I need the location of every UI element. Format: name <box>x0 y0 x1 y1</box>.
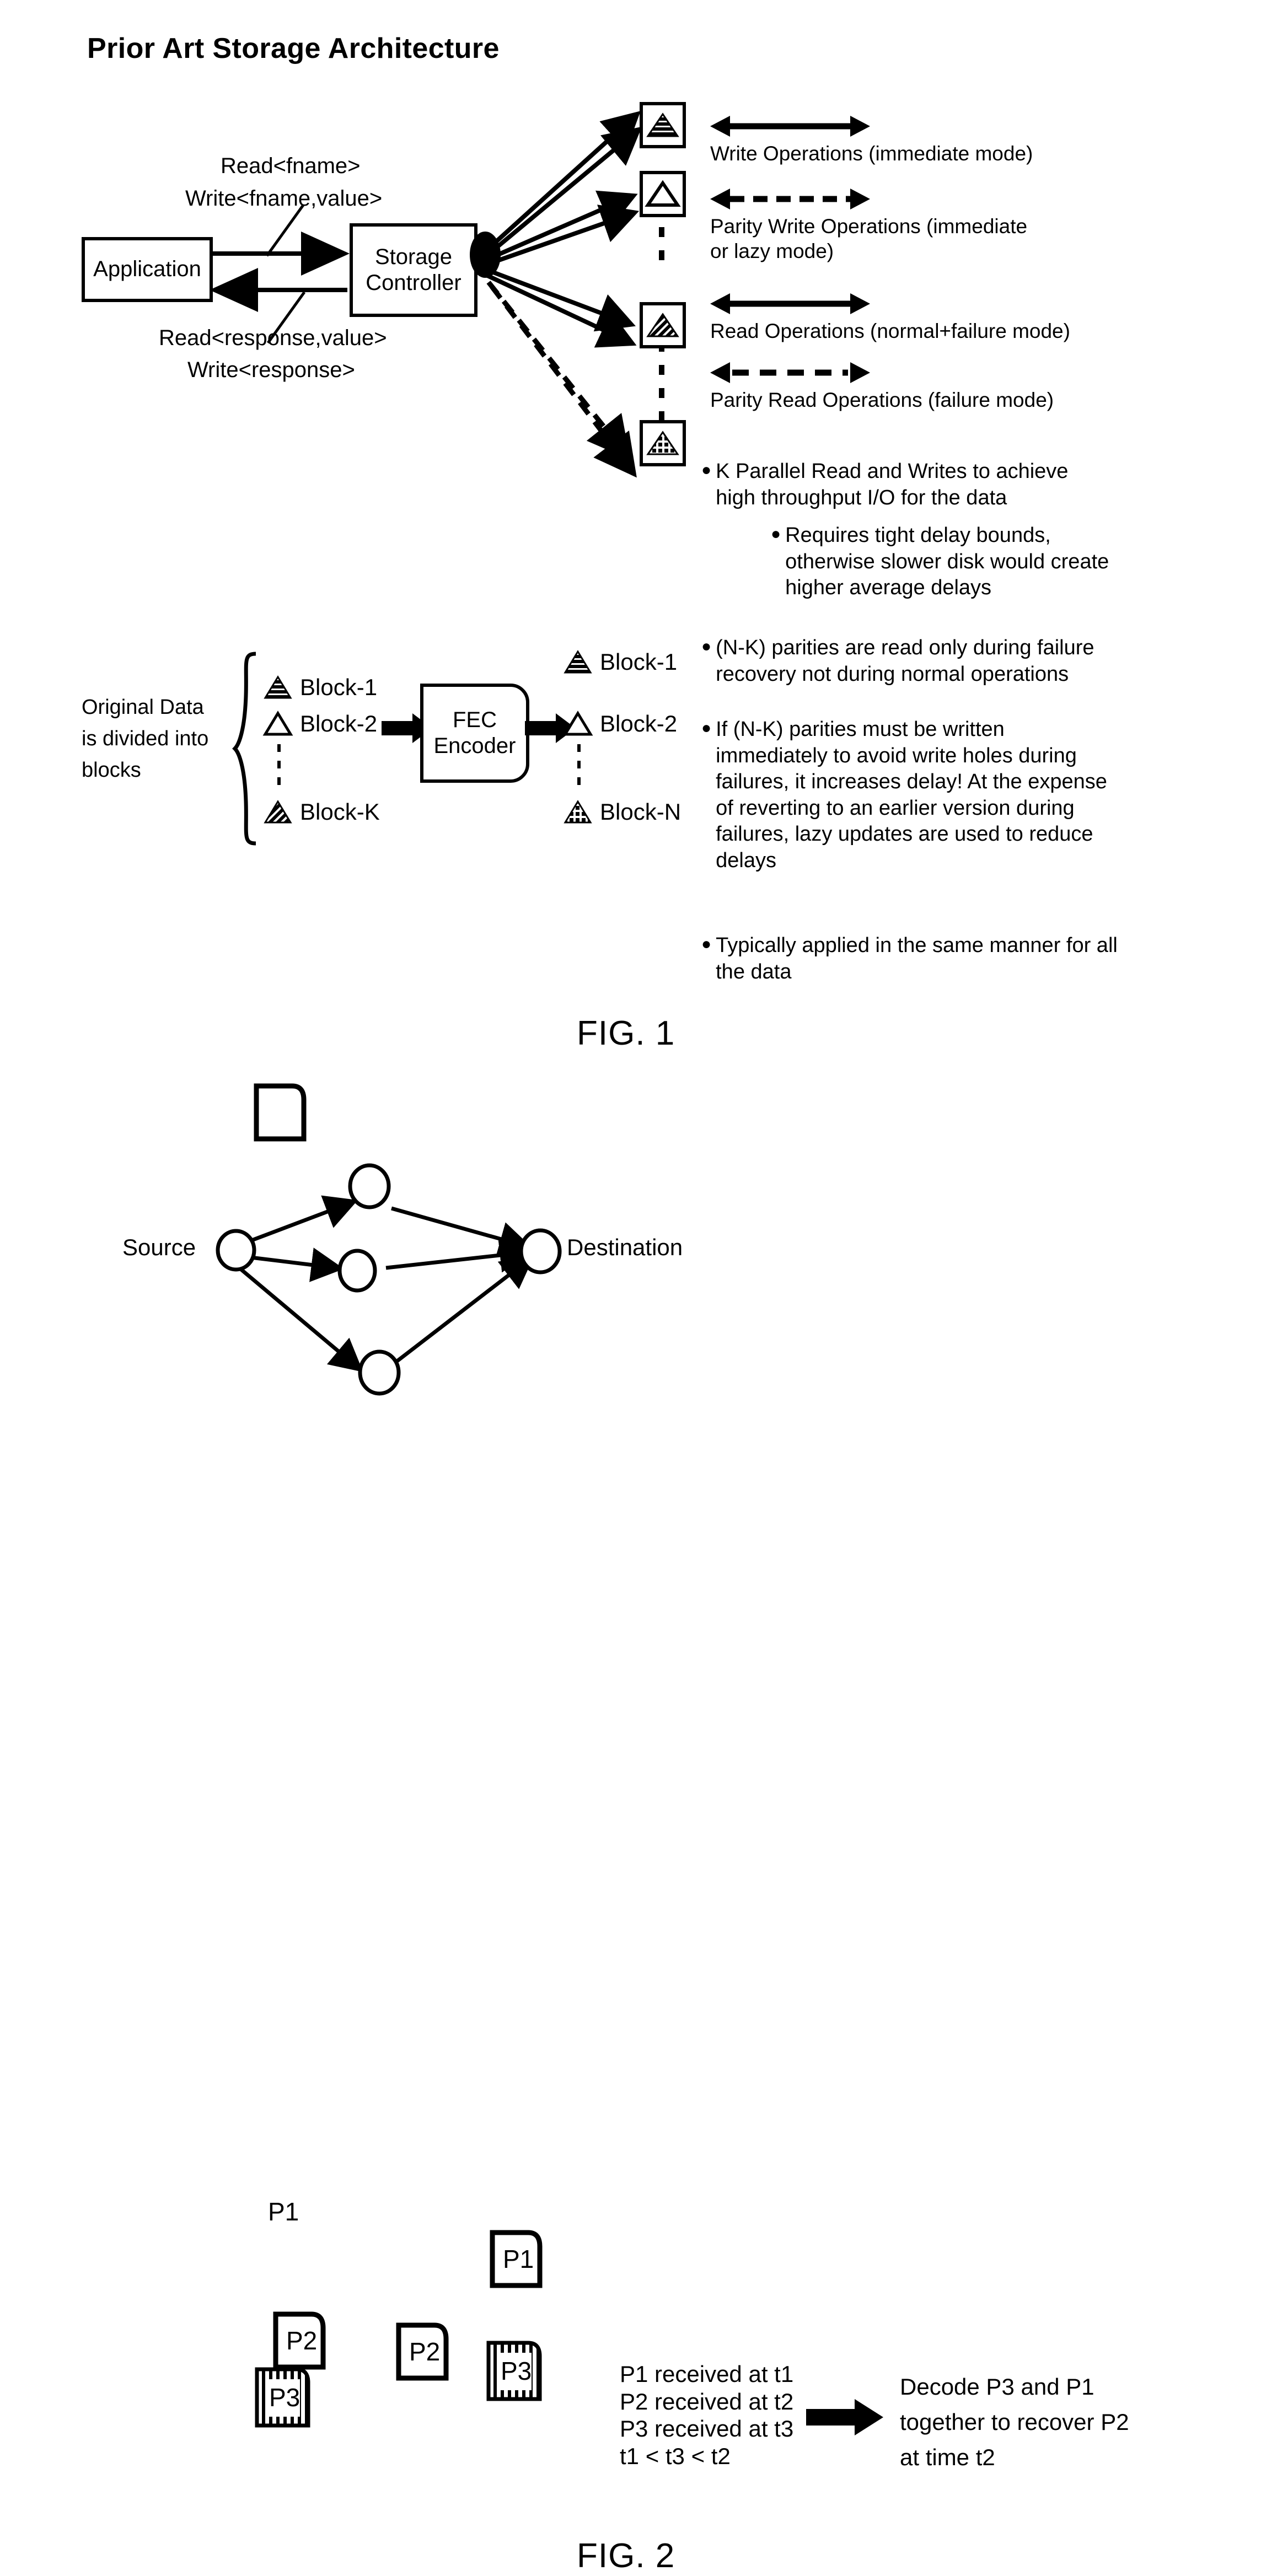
bullet-item-1: ● Requires tight delay bounds, otherwise… <box>771 523 1113 601</box>
request-label-line2: Write<fname,value> <box>185 186 383 211</box>
timing-list: P1 received at t1 P2 received at t2 P3 r… <box>620 2360 793 2470</box>
solid-double-arrow-icon <box>710 293 870 314</box>
block-icon-diagonal-stripes <box>264 799 292 824</box>
bullet-item-3: ● If (N-K) parities must be written imme… <box>701 717 1120 874</box>
input-block-label-1: Block-2 <box>300 711 378 736</box>
input-block-2: Block-K <box>264 798 380 826</box>
bullet-item-2: ● (N-K) parities are read only during fa… <box>701 635 1120 687</box>
bullet-dot-icon: ● <box>701 637 712 655</box>
bullet-item-4: ● Typically applied in the same manner f… <box>701 933 1120 985</box>
input-block-ellipsis <box>277 744 281 794</box>
timing-line-0: P1 received at t1 <box>620 2361 794 2387</box>
legend-label-3: Parity Read Operations (failure mode) <box>710 389 1054 411</box>
legend-entry-1: Parity Write Operations (immediate or la… <box>710 187 1027 263</box>
solid-double-arrow-icon <box>710 116 870 137</box>
request-label-line1: Read<fname> <box>221 154 361 178</box>
block-icon-horizontal-stripes <box>564 649 592 674</box>
timing-line-2: P3 received at t3 <box>620 2416 794 2442</box>
block-icon-outline <box>645 180 681 207</box>
output-block-ellipsis <box>577 744 581 794</box>
output-block-label-2: Block-N <box>600 799 682 825</box>
curly-brace-icon <box>232 652 256 846</box>
bullet-dot-icon: ● <box>771 525 781 543</box>
response-label-line2: Write<response> <box>187 358 355 382</box>
dashed-double-arrow-icon <box>710 362 870 383</box>
legend-entry-2: Read Operations (normal+failure mode) <box>710 292 1070 343</box>
block-icon-horizontal-stripes <box>264 675 292 699</box>
bullet-text-4: Typically applied in the same manner for… <box>716 934 1118 983</box>
application-box[interactable]: Application <box>82 237 213 302</box>
output-block-label-1: Block-2 <box>600 711 678 736</box>
fec-encoder-box[interactable]: FEC Encoder <box>420 684 529 783</box>
input-block-0: Block-1 <box>264 674 377 701</box>
timing-line-1: P2 received at t2 <box>620 2388 794 2414</box>
node-middle[interactable] <box>336 1249 378 1293</box>
fec-encoder-label-line2: Encoder <box>433 734 516 758</box>
bullet-dot-icon: ● <box>701 461 712 479</box>
disk-box-4[interactable] <box>640 420 686 466</box>
packet-p2-right-label: P2 <box>409 2337 441 2366</box>
block-icon-horizontal-stripes <box>646 112 679 137</box>
packet-p3-dest-label: P3 <box>501 2357 532 2385</box>
bullet-dot-icon: ● <box>701 719 712 737</box>
packet-p2-left-label: P2 <box>286 2326 318 2355</box>
legend-label-0: Write Operations (immediate mode) <box>710 142 1033 165</box>
block-icon-diagonal-stripes <box>646 313 679 337</box>
bullet-text-2: (N-K) parities are read only during fail… <box>716 636 1094 686</box>
fig2-network-edges <box>231 1195 535 1373</box>
output-block-2: Block-N <box>564 798 681 826</box>
node-source[interactable] <box>215 1229 257 1272</box>
storage-controller-label: Storage Controller <box>366 244 462 295</box>
figure-2-label: FIG. 2 <box>577 2537 675 2575</box>
response-label-line1: Read<response,value> <box>159 326 387 350</box>
bullet-item-0: ● K Parallel Read and Writes to achieve … <box>701 459 1109 511</box>
fec-encoder-label-line1: FEC <box>453 707 497 732</box>
block-icon-crosshatch <box>564 799 592 824</box>
disk-box-1[interactable] <box>640 102 686 148</box>
bullet-text-0: K Parallel Read and Writes to achieve hi… <box>716 460 1069 509</box>
legend-entry-0: Write Operations (immediate mode) <box>710 115 1033 166</box>
legend-entry-3: Parity Read Operations (failure mode) <box>710 361 1054 412</box>
legend-label-2: Read Operations (normal+failure mode) <box>710 320 1070 342</box>
disk-box-3[interactable] <box>640 302 686 348</box>
disk-box-2[interactable] <box>640 171 686 217</box>
destination-label: Destination <box>567 1234 683 1260</box>
block-icon-outline <box>262 710 293 736</box>
node-top[interactable] <box>347 1163 391 1209</box>
node-bottom[interactable] <box>357 1349 401 1396</box>
block-icon-crosshatch <box>646 431 679 455</box>
output-block-1: Block-2 <box>562 710 678 738</box>
timing-line-3: t1 < t3 < t2 <box>620 2443 731 2469</box>
node-destination[interactable] <box>518 1228 562 1274</box>
output-block-0: Block-1 <box>564 648 677 676</box>
bullet-text-1: Requires tight delay bounds, otherwise s… <box>785 524 1109 599</box>
block-icon-outline <box>562 710 593 736</box>
request-leader-line <box>265 204 305 257</box>
legend-label-1: Parity Write Operations (immediate or la… <box>710 215 1028 263</box>
packet-p3-source-label: P3 <box>269 2383 301 2412</box>
original-data-caption: Original Data is divided into blocks <box>82 696 209 782</box>
input-block-label-2: Block-K <box>300 799 380 825</box>
input-block-label-0: Block-1 <box>300 674 378 700</box>
output-block-label-0: Block-1 <box>600 649 678 675</box>
dashed-double-arrow-icon <box>710 189 870 209</box>
packet-p1-source-label: P1 <box>268 2197 299 2226</box>
source-label: Source <box>122 1234 196 1260</box>
packet-icon-plain <box>254 1083 307 1142</box>
controller-disk-arrows <box>470 111 642 478</box>
implication-arrow-icon <box>806 2399 883 2435</box>
bullet-dot-icon: ● <box>701 935 712 953</box>
figure-1: Application Storage Controller Read<fnam… <box>0 0 1261 1069</box>
figure-2: Source Destination P1 P1 P2 P2 P3 P3 P1 … <box>0 1080 1261 2575</box>
storage-controller-box[interactable]: Storage Controller <box>350 223 477 317</box>
conclusion-text: Decode P3 and P1 together to recover P2 … <box>900 2374 1129 2470</box>
input-block-1: Block-2 <box>262 710 378 738</box>
packet-p1-dest-label: P1 <box>503 2245 534 2273</box>
figure-1-label: FIG. 1 <box>577 1014 675 1052</box>
bullet-text-3: If (N-K) parities must be written immedi… <box>716 718 1107 872</box>
